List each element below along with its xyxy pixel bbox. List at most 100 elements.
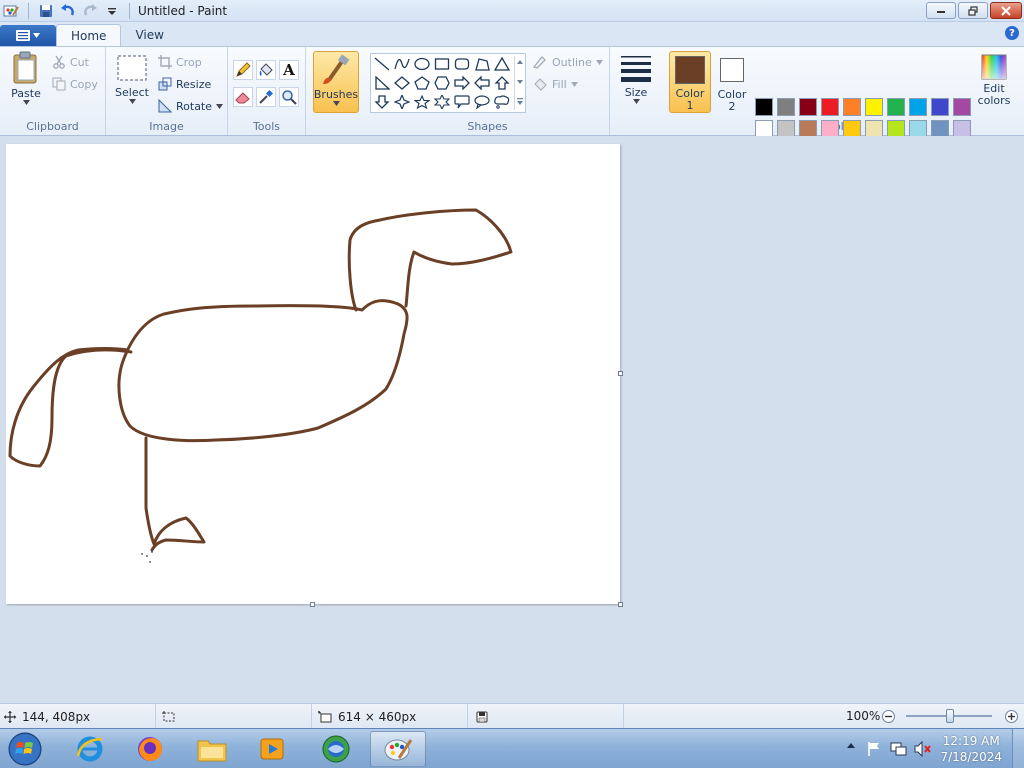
taskbar-network-app[interactable] [308,731,364,767]
palette-swatch[interactable] [865,98,883,116]
ribbon-tabs: Home View ? [0,22,1024,46]
canvas-resize-handle-bottom[interactable] [310,602,315,607]
paste-button[interactable]: Paste [6,51,46,105]
tab-home[interactable]: Home [56,24,122,46]
fill-tool[interactable] [256,60,276,80]
crop-label: Crop [176,55,202,69]
edit-colors-button[interactable]: Edit colors [974,51,1014,113]
hexagon-shape-icon[interactable] [432,74,452,92]
palette-swatch[interactable] [777,98,795,116]
taskbar-file-explorer[interactable] [184,731,240,767]
line-shape-icon[interactable] [372,55,392,73]
oval-shape-icon[interactable] [412,55,432,73]
color-picker-tool[interactable] [256,87,276,107]
cursor-artifact-dots [141,551,153,563]
up-arrow-shape-icon[interactable] [492,74,512,92]
canvas-workspace[interactable] [0,136,1024,703]
resize-button[interactable]: Resize [158,75,211,93]
tab-view[interactable]: View [121,24,177,46]
shapes-group: Outline Fill Shapes [366,47,610,135]
action-center-icon[interactable] [866,741,882,760]
palette-swatch[interactable] [887,98,905,116]
redo-icon[interactable] [81,2,99,20]
pentagon-shape-icon[interactable] [412,74,432,92]
drawing-canvas[interactable] [6,144,623,607]
copy-button[interactable]: Copy [52,75,98,93]
rounded-callout-shape-icon[interactable] [452,93,472,111]
eraser-tool[interactable] [233,87,253,107]
resize-icon [158,77,172,91]
palette-swatch[interactable] [843,98,861,116]
zoom-in-button[interactable] [1005,710,1018,723]
six-point-star-shape-icon[interactable] [432,93,452,111]
volume-muted-icon[interactable] [914,740,932,760]
taskbar-media-player[interactable] [244,731,300,767]
cut-button[interactable]: Cut [52,53,89,71]
size-button[interactable]: Size [616,53,656,104]
outline-button[interactable]: Outline [532,53,603,71]
show-hidden-icons-button[interactable] [846,741,856,754]
shapes-scrollbar[interactable] [514,56,524,110]
color1-button[interactable]: Color 1 [669,51,711,113]
taskbar-paint[interactable] [370,731,426,767]
triangle-shape-icon[interactable] [492,55,512,73]
system-clock[interactable]: 12:19 AM 7/18/2024 [940,733,1002,765]
palette-swatch[interactable] [953,98,971,116]
chevron-down-icon [570,81,578,87]
right-triangle-shape-icon[interactable] [372,74,392,92]
fill-button[interactable]: Fill [532,75,578,93]
magnifier-tool[interactable] [279,87,299,107]
cursor-position-text: 144, 408px [22,709,91,724]
shapes-gallery [370,53,526,113]
paint-icon [384,739,413,761]
restore-button[interactable] [958,2,988,19]
taskbar-internet-explorer[interactable] [62,731,118,767]
palette-swatch[interactable] [755,98,773,116]
network-icon[interactable] [890,741,908,760]
save-icon[interactable] [37,2,55,20]
crop-button[interactable]: Crop [158,53,202,71]
left-arrow-shape-icon[interactable] [472,74,492,92]
rectangle-shape-icon[interactable] [432,55,452,73]
show-desktop-button[interactable] [1012,729,1024,768]
right-arrow-shape-icon[interactable] [452,74,472,92]
canvas-resize-handle-corner[interactable] [618,602,623,607]
diamond-shape-icon[interactable] [392,74,412,92]
pencil-tool[interactable] [233,60,253,80]
five-point-star-shape-icon[interactable] [412,93,432,111]
shapes-group-label: Shapes [467,120,508,133]
minimize-button[interactable] [926,2,956,19]
close-button[interactable] [990,2,1022,19]
palette-swatch[interactable] [931,98,949,116]
rounded-rectangle-shape-icon[interactable] [452,55,472,73]
brushes-button[interactable]: Brushes [313,51,359,113]
canvas-resize-handle-right[interactable] [618,371,623,376]
palette-swatch[interactable] [799,98,817,116]
palette-swatch[interactable] [909,98,927,116]
zoom-out-button[interactable] [882,710,895,723]
rotate-button[interactable]: Rotate [158,97,224,115]
undo-icon[interactable] [59,2,77,20]
paint-app-icon[interactable] [2,2,20,20]
cloud-callout-shape-icon[interactable] [492,93,512,111]
help-icon[interactable]: ? [1005,26,1019,40]
file-menu-button[interactable] [0,25,56,46]
select-button[interactable]: Select [112,53,152,104]
tools-group-label: Tools [252,120,281,133]
taskbar-firefox[interactable] [122,731,178,767]
text-tool[interactable]: A [279,60,299,80]
color2-button[interactable]: Color 2 [714,51,750,113]
clock-time: 12:19 AM [942,734,1000,748]
palette-swatch[interactable] [821,98,839,116]
start-button[interactable] [0,731,50,767]
chevron-down-icon [22,100,30,105]
folder-icon [197,740,227,762]
customize-qat-icon[interactable] [103,2,121,20]
down-arrow-shape-icon[interactable] [372,93,392,111]
zoom-slider-thumb[interactable] [946,709,954,723]
curve-shape-icon[interactable] [392,55,412,73]
four-point-star-shape-icon[interactable] [392,93,412,111]
oval-callout-shape-icon[interactable] [472,93,492,111]
polygon-shape-icon[interactable] [472,55,492,73]
zoom-level-text: 100% [846,709,881,723]
